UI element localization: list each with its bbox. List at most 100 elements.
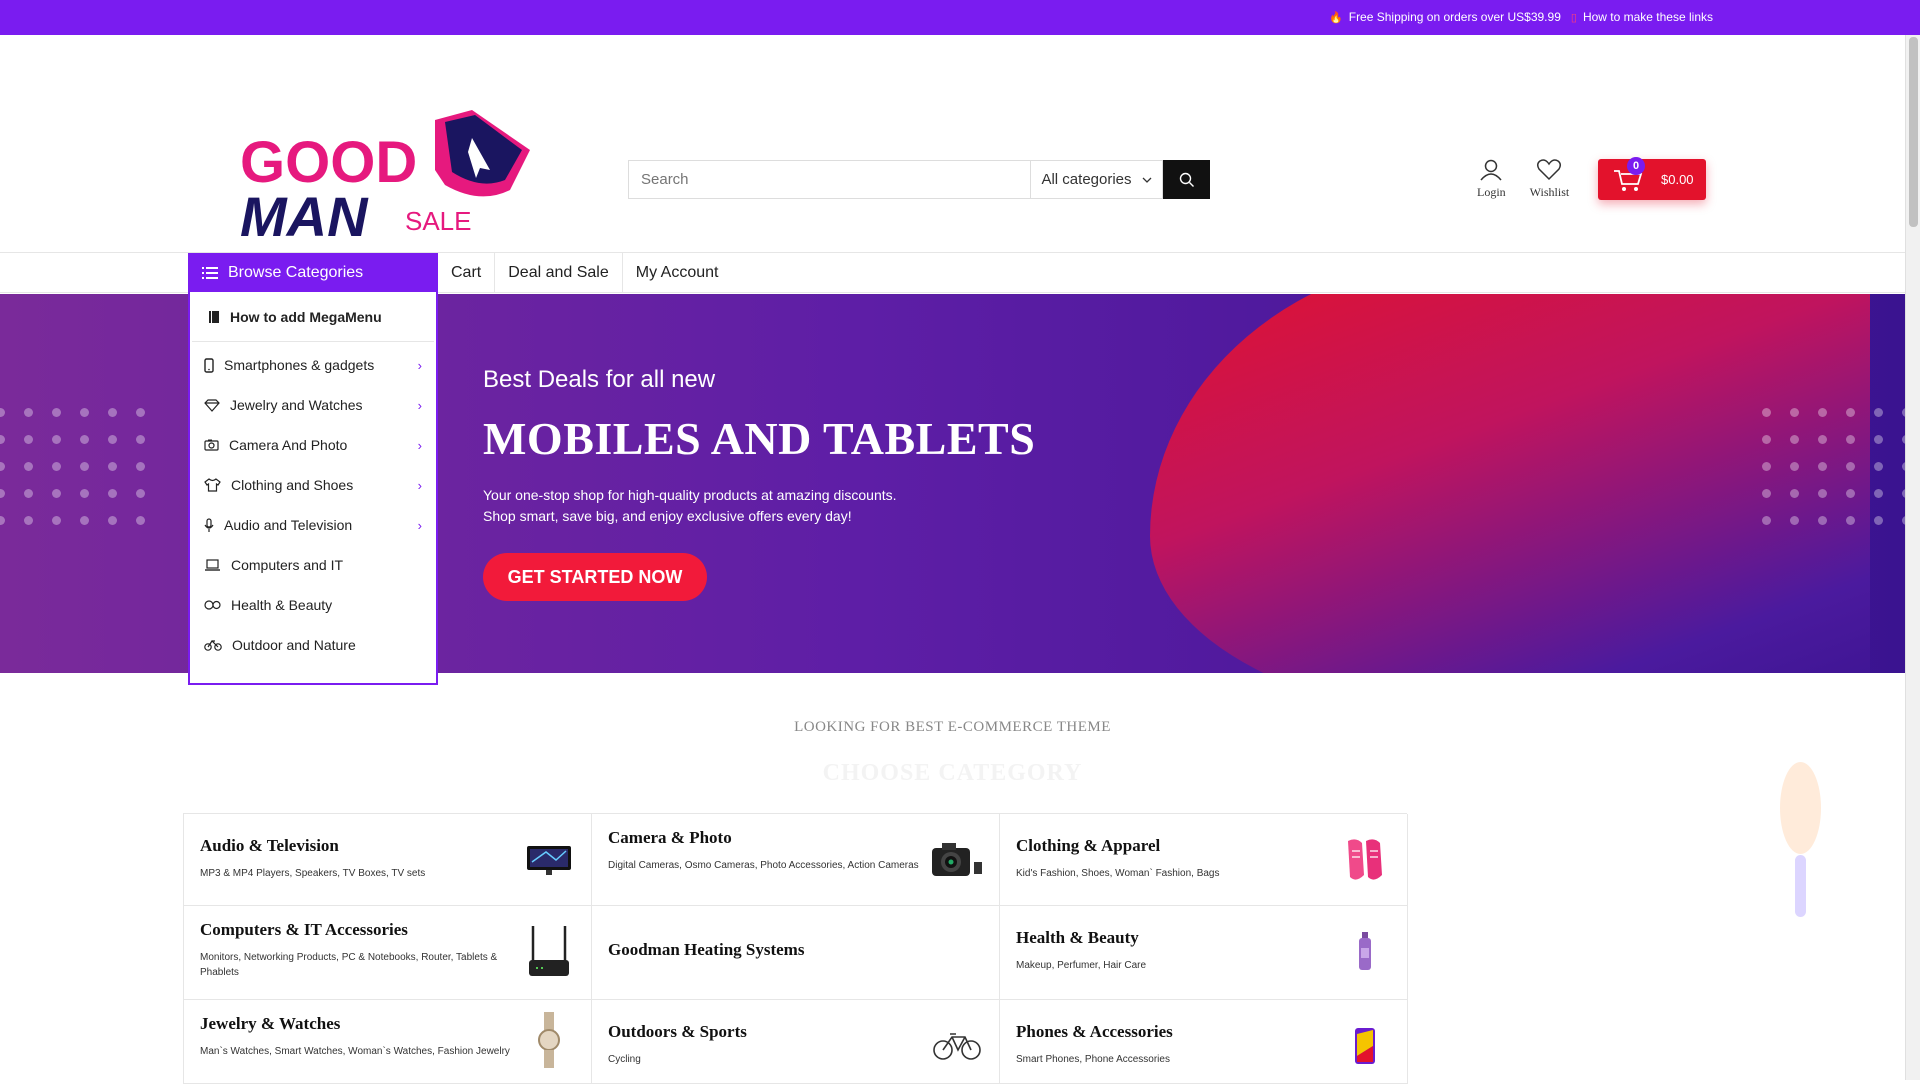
cart-count-badge: 0 bbox=[1627, 157, 1645, 175]
category-card-computers-it[interactable]: Computers & IT Accessories Monitors, Net… bbox=[184, 906, 592, 1000]
megamenu-head-label: How to add MegaMenu bbox=[230, 308, 382, 325]
hero-dots-left bbox=[0, 408, 145, 525]
hero-content: Best Deals for all new MOBILES AND TABLE… bbox=[483, 366, 1035, 601]
browse-categories-button[interactable]: Browse Categories bbox=[188, 253, 438, 293]
megamenu-head-item[interactable]: How to add MegaMenu bbox=[192, 292, 434, 342]
browse-categories-label: Browse Categories bbox=[228, 264, 364, 281]
menu-item-outdoor[interactable]: Outdoor and Nature bbox=[190, 625, 436, 665]
category-desc: Smart Phones, Phone Accessories bbox=[1016, 1054, 1170, 1065]
list-icon bbox=[202, 267, 218, 279]
menu-item-health[interactable]: Health & Beauty bbox=[190, 585, 436, 625]
section-title: CHOOSE CATEGORY bbox=[822, 760, 1083, 786]
nav-link-deal-and-sale[interactable]: Deal and Sale bbox=[495, 253, 623, 293]
section-kicker: LOOKING FOR BEST E-COMMERCE THEME bbox=[794, 719, 1111, 735]
hero-text-line-2: Shop smart, save big, and enjoy exclusiv… bbox=[483, 508, 852, 524]
category-title: Phones & Accessories bbox=[1016, 1022, 1173, 1041]
diamond-icon bbox=[204, 398, 220, 412]
chevron-down-icon bbox=[1142, 177, 1151, 183]
cart-total: $0.00 bbox=[1661, 172, 1694, 187]
svg-text:MAN: MAN bbox=[240, 185, 369, 240]
category-megamenu: How to add MegaMenu Smartphones & gadget… bbox=[188, 292, 438, 685]
how-to-links[interactable]: ▯ How to make these links bbox=[1571, 10, 1713, 24]
monitor-icon bbox=[521, 832, 577, 888]
heart-icon bbox=[1537, 159, 1562, 181]
category-title: Computers & IT Accessories bbox=[200, 920, 408, 939]
nav-link-my-account[interactable]: My Account bbox=[623, 253, 732, 293]
watch-icon bbox=[521, 1012, 577, 1068]
category-desc: Makeup, Perfumer, Hair Care bbox=[1016, 960, 1147, 971]
page-scrollbar[interactable] bbox=[1905, 35, 1920, 1080]
menu-item-label: Clothing and Shoes bbox=[231, 477, 354, 493]
perfume-icon bbox=[1337, 924, 1393, 980]
category-card-outdoors-sports[interactable]: Outdoors & Sports Cycling bbox=[592, 1000, 1000, 1084]
nav-link-cart[interactable]: Cart bbox=[438, 253, 496, 293]
bicycle-icon bbox=[929, 1018, 985, 1074]
category-desc: MP3 & MP4 Players, Speakers, TV Boxes, T… bbox=[200, 868, 426, 879]
category-card-clothing-apparel[interactable]: Clothing & Apparel Kid's Fashion, Shoes,… bbox=[1000, 814, 1408, 906]
user-icon bbox=[1480, 159, 1502, 181]
search-icon bbox=[1179, 172, 1194, 187]
chevron-right-icon: › bbox=[417, 397, 422, 413]
how-to-links-text: How to make these links bbox=[1582, 10, 1713, 24]
menu-item-smartphones[interactable]: Smartphones & gadgets › bbox=[190, 345, 436, 385]
microphone-icon bbox=[204, 517, 214, 532]
cart-button[interactable]: 0 $0.00 bbox=[1598, 157, 1706, 200]
category-card-audio-television[interactable]: Audio & Television MP3 & MP4 Players, Sp… bbox=[184, 814, 592, 906]
get-started-button[interactable]: GET STARTED NOW bbox=[483, 553, 707, 601]
category-desc: Cycling bbox=[608, 1054, 641, 1065]
category-title: Audio & Television bbox=[200, 836, 339, 855]
bicycle-icon bbox=[204, 640, 222, 651]
book-icon bbox=[209, 310, 219, 323]
wishlist-link[interactable]: Wishlist bbox=[1529, 159, 1570, 200]
menu-item-audio[interactable]: Audio and Television › bbox=[190, 505, 436, 545]
nav-links: Cart Deal and Sale My Account bbox=[438, 253, 731, 293]
menu-item-computers[interactable]: Computers and IT bbox=[190, 545, 436, 585]
main-nav: Browse Categories Cart Deal and Sale My … bbox=[0, 253, 1905, 293]
category-title: Outdoors & Sports bbox=[608, 1022, 747, 1041]
menu-item-label: Jewelry and Watches bbox=[230, 397, 363, 413]
hero-dots-right bbox=[1762, 408, 1905, 525]
category-card-camera-photo[interactable]: Camera & Photo Digital Cameras, Osmo Cam… bbox=[592, 814, 1000, 906]
menu-item-camera[interactable]: Camera And Photo › bbox=[190, 425, 436, 465]
megamenu-list: Smartphones & gadgets › Jewelry and Watc… bbox=[190, 342, 436, 665]
category-card-phones-accessories[interactable]: Phones & Accessories Smart Phones, Phone… bbox=[1000, 1000, 1408, 1084]
phone-icon bbox=[1337, 1018, 1393, 1074]
free-shipping-notice[interactable]: 🔥 Free Shipping on orders over US$39.99 bbox=[1329, 10, 1561, 24]
menu-item-label: Camera And Photo bbox=[229, 437, 348, 453]
category-select[interactable]: All categories bbox=[1030, 160, 1163, 199]
category-card-goodman-heating[interactable]: Goodman Heating Systems bbox=[592, 906, 1000, 1000]
category-title: Health & Beauty bbox=[1016, 928, 1139, 947]
tshirt-icon bbox=[204, 478, 221, 492]
category-title: Clothing & Apparel bbox=[1016, 836, 1161, 855]
category-grid: Audio & Television MP3 & MP4 Players, Sp… bbox=[183, 813, 1408, 1084]
menu-item-label: Health & Beauty bbox=[231, 597, 333, 613]
router-icon bbox=[521, 924, 577, 980]
site-header: GOOD MAN SALE All categories Login Wishl… bbox=[0, 35, 1905, 253]
site-logo[interactable]: GOOD MAN SALE bbox=[240, 110, 530, 248]
sneakers-icon bbox=[1337, 832, 1393, 888]
category-card-jewelry-watches[interactable]: Jewelry & Watches Man`s Watches, Smart W… bbox=[184, 1000, 592, 1084]
search-button[interactable] bbox=[1163, 160, 1210, 199]
category-card-health-beauty[interactable]: Health & Beauty Makeup, Perfumer, Hair C… bbox=[1000, 906, 1408, 1000]
login-label: Login bbox=[1477, 185, 1506, 199]
chevron-right-icon: › bbox=[417, 437, 422, 453]
free-shipping-text: Free Shipping on orders over US$39.99 bbox=[1348, 10, 1561, 24]
search-bar: All categories bbox=[628, 160, 1210, 199]
hero-subtitle: Best Deals for all new bbox=[483, 366, 716, 393]
menu-item-label: Computers and IT bbox=[231, 557, 344, 573]
category-title: Camera & Photo bbox=[608, 828, 732, 847]
category-desc: Kid's Fashion, Shoes, Woman` Fashion, Ba… bbox=[1016, 868, 1220, 879]
chevron-right-icon: › bbox=[417, 357, 422, 373]
mobile-icon: ▯ bbox=[1570, 11, 1577, 24]
scrollbar-thumb[interactable] bbox=[1909, 37, 1918, 227]
menu-item-label: Smartphones & gadgets bbox=[224, 357, 375, 373]
hero-title: MOBILES AND TABLETS bbox=[483, 413, 1036, 464]
search-input[interactable] bbox=[628, 160, 1030, 199]
login-link[interactable]: Login bbox=[1477, 159, 1506, 200]
menu-item-clothing[interactable]: Clothing and Shoes › bbox=[190, 465, 436, 505]
menu-item-jewelry[interactable]: Jewelry and Watches › bbox=[190, 385, 436, 425]
category-desc: Digital Cameras, Osmo Cameras, Photo Acc… bbox=[608, 860, 919, 871]
category-section-header: LOOKING FOR BEST E-COMMERCE THEME CHOOSE… bbox=[0, 719, 1905, 787]
wishlist-label: Wishlist bbox=[1529, 185, 1570, 199]
chevron-right-icon: › bbox=[417, 517, 422, 533]
